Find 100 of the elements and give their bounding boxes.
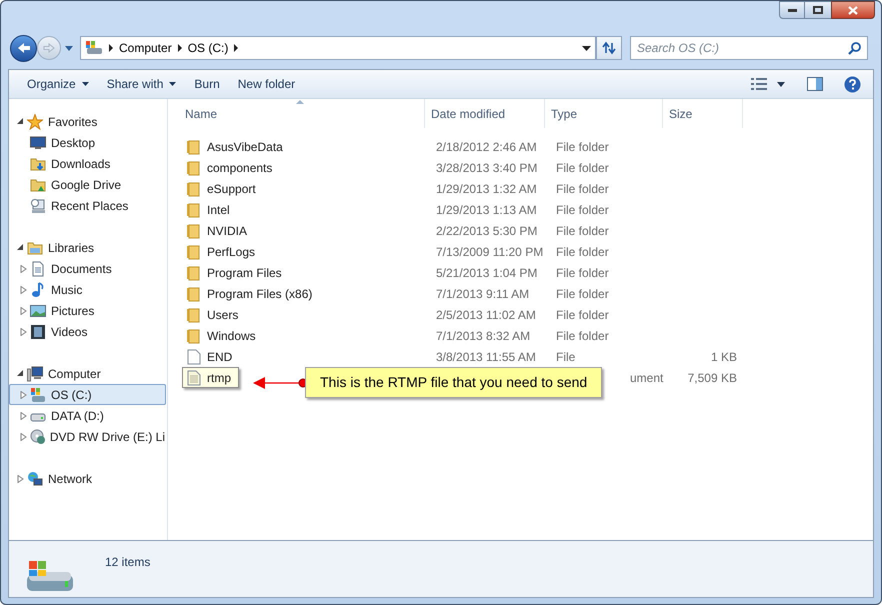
collapsed-triangle-icon: [20, 412, 27, 420]
date-modified: 7/1/2013 8:32 AM: [436, 328, 530, 342]
column-header[interactable]: Date modified: [425, 99, 545, 128]
library-folder-icon: [27, 240, 43, 256]
tree-item[interactable]: Google Drive: [9, 174, 166, 195]
file-name[interactable]: NVIDIA: [182, 220, 256, 241]
back-button[interactable]: [10, 34, 37, 62]
windows-drive-icon: [30, 386, 46, 402]
film-strip-icon: [30, 324, 46, 340]
file-name[interactable]: PerfLogs: [182, 241, 264, 262]
search-input[interactable]: Search OS (C:): [637, 39, 848, 57]
breadcrumb[interactable]: OS (C:): [188, 39, 228, 57]
collapsed-triangle-icon: [20, 264, 27, 272]
file-type: File: [556, 350, 576, 364]
column-header[interactable]: Type: [545, 99, 663, 128]
file-name[interactable]: Program Files: [182, 262, 290, 283]
search-field[interactable]: Search OS (C:): [630, 36, 868, 60]
folder-icon: [186, 138, 202, 154]
breadcrumb[interactable]: Computer: [119, 39, 172, 57]
file-name[interactable]: rtmp: [182, 367, 239, 388]
tree-item[interactable]: Favorites: [9, 111, 166, 132]
tree-item[interactable]: Computer: [9, 363, 166, 384]
star-icon: [27, 114, 43, 130]
file-name[interactable]: Intel: [182, 199, 238, 220]
tree-item[interactable]: Downloads: [9, 153, 166, 174]
chevron-icon: [234, 44, 238, 52]
chevron-icon: [109, 44, 113, 52]
monitor-icon: [30, 134, 46, 150]
date-modified: 3/8/2013 11:55 AM: [436, 350, 536, 364]
toolbar-button[interactable]: Share with: [98, 73, 184, 95]
address-bar[interactable]: Computer OS (C:): [80, 36, 596, 60]
date-modified: 3/28/2013 3:40 PM: [436, 160, 538, 174]
file-type: File folder: [556, 286, 609, 300]
refresh-button[interactable]: [596, 36, 622, 60]
maximize-button[interactable]: [805, 1, 831, 19]
disc-drive-icon: [30, 428, 45, 444]
tree-item[interactable]: Videos: [9, 321, 166, 342]
minimize-icon: [788, 8, 796, 12]
tree-item[interactable]: Documents: [9, 258, 166, 279]
tree-item[interactable]: DATA (D:): [9, 405, 166, 426]
file-name[interactable]: Windows: [182, 325, 264, 346]
computer-icon: [27, 366, 43, 382]
date-modified: 2/22/2013 5:30 PM: [436, 224, 538, 238]
forward-arrow-icon: [43, 43, 55, 53]
caret-icon: [169, 82, 176, 86]
tree-item[interactable]: Desktop: [9, 132, 166, 153]
folder-icon: [186, 180, 202, 196]
help-icon: [844, 76, 860, 92]
expanded-triangle-icon: [17, 370, 24, 377]
music-note-icon: [30, 282, 46, 298]
toolbar-button[interactable]: Burn: [186, 73, 228, 95]
tree-item[interactable]: OS (C:): [9, 384, 166, 405]
picture-icon: [30, 302, 46, 318]
date-modified: 2/18/2012 2:46 AM: [436, 140, 537, 154]
folder-icon: [186, 306, 202, 322]
details-view-icon: [751, 78, 767, 90]
tree-item[interactable]: Pictures: [9, 300, 166, 321]
collapsed-triangle-icon: [17, 474, 24, 482]
history-caret-icon[interactable]: [65, 46, 73, 50]
minimize-button[interactable]: [779, 1, 805, 19]
tree-item[interactable]: Libraries: [9, 237, 166, 258]
file-type: File folder: [556, 140, 609, 154]
file-type: File folder: [556, 182, 609, 196]
file-type: File folder: [556, 308, 609, 322]
tree-item[interactable]: Music: [9, 279, 166, 300]
close-button[interactable]: [831, 1, 875, 19]
tree-item[interactable]: Recent Places: [9, 195, 166, 216]
file-type: File folder: [556, 202, 609, 216]
file-type: ument: [630, 370, 664, 384]
collapsed-triangle-icon: [20, 390, 27, 398]
folder-icon: [186, 202, 202, 218]
column-header[interactable]: Size: [663, 99, 743, 128]
file-name[interactable]: eSupport: [182, 178, 264, 199]
file-name[interactable]: Users: [182, 304, 246, 325]
tree-item[interactable]: DVD RW Drive (E:) Li: [9, 426, 166, 447]
callout-note: This is the RTMP file that you need to send: [305, 367, 602, 398]
file-name[interactable]: END: [182, 346, 240, 367]
toolbar-button[interactable]: New folder: [230, 73, 304, 95]
date-modified: 5/21/2013 1:04 PM: [436, 266, 538, 280]
file-name[interactable]: AsusVibeData: [182, 136, 291, 157]
toolbar-button[interactable]: Organize: [19, 73, 97, 95]
caret-icon: [777, 82, 785, 86]
file-name[interactable]: Program Files (x86): [182, 283, 320, 304]
file-name[interactable]: components: [182, 157, 280, 178]
text-file-icon: [186, 370, 202, 386]
folder-icon: [186, 244, 202, 260]
blank-file-icon: [186, 348, 202, 364]
tree-item[interactable]: Network: [9, 468, 166, 489]
folder-icon: [186, 160, 202, 176]
date-modified: 1/29/2013 1:13 AM: [436, 202, 537, 216]
folder-drive-icon: [30, 176, 46, 192]
callout-arrow-drawing: [252, 374, 308, 390]
file-type: File folder: [556, 328, 609, 342]
dropdown-caret-icon[interactable]: [582, 46, 591, 50]
caret-icon: [82, 82, 89, 86]
file-size: 1 KB: [710, 350, 737, 364]
column-header[interactable]: Name: [168, 99, 425, 128]
document-icon: [30, 260, 46, 276]
expanded-triangle-icon: [17, 244, 24, 251]
file-size: 7,509 KB: [688, 370, 737, 384]
